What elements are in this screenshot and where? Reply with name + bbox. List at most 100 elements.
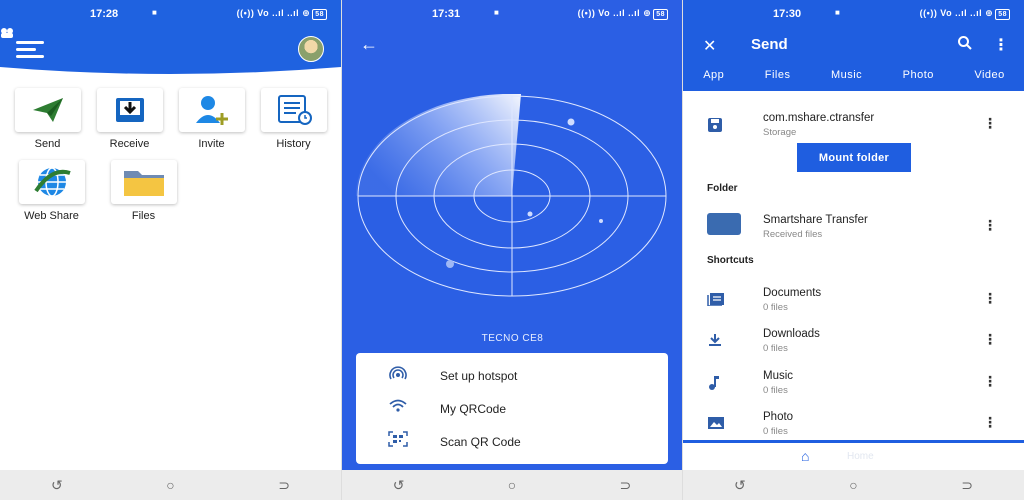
tab-files[interactable]: Files <box>765 69 791 81</box>
home-button[interactable]: ○ <box>492 477 532 493</box>
recents-button[interactable]: ↺ <box>37 477 77 494</box>
shortcut-name: Downloads <box>763 328 820 340</box>
storage-sub: Storage <box>763 127 797 138</box>
folder-sub: Received files <box>763 229 823 240</box>
send-label: Send <box>34 138 61 150</box>
more-options-icon[interactable]: ⋮ <box>983 373 997 390</box>
documents-icon <box>707 293 724 307</box>
more-options-icon[interactable]: ⋮ <box>983 217 997 234</box>
invite-label: Invite <box>198 138 225 150</box>
folder-name: Smartshare Transfer <box>763 214 868 226</box>
shortcut-name: Documents <box>763 287 822 299</box>
back-button[interactable]: ⊃ <box>947 477 987 494</box>
status-bar: 17:31 ■ ((•)) Vo ..ıl ..ıl ⊕ 58 <box>342 0 682 27</box>
radar-screen: 17:31 ■ ((•)) Vo ..ıl ..ıl ⊕ 58 ← TECNO C… <box>341 0 682 500</box>
scan-qr-code-item[interactable]: Scan QR Code <box>356 425 668 458</box>
device-name: TECNO CE8 <box>481 333 544 344</box>
folder-icon <box>123 171 164 196</box>
radar-scanner <box>356 94 667 297</box>
history-tile[interactable]: History <box>256 88 331 150</box>
shortcut-count: 0 files <box>763 385 788 396</box>
more-options-icon[interactable]: ⋮ <box>983 414 997 431</box>
my-qrcode-item[interactable]: My QRCode <box>356 392 668 425</box>
setup-hotspot-item[interactable]: Set up hotspot <box>356 359 668 392</box>
bottom-tab-bar: ⌂ Home <box>683 440 1024 470</box>
tab-photo[interactable]: Photo <box>903 69 934 81</box>
storage-name: com.mshare.ctransfer <box>763 112 875 124</box>
shortcut-count: 0 files <box>763 343 788 354</box>
storage-row[interactable]: com.mshare.ctransfer Storage ⋮ <box>683 107 1024 147</box>
notification-dot: ■ <box>835 8 840 17</box>
home-button[interactable]: ○ <box>833 477 873 493</box>
search-icon[interactable] <box>957 35 973 51</box>
tab-music[interactable]: Music <box>831 69 862 81</box>
close-icon[interactable]: ✕ <box>703 36 716 56</box>
status-time: 17:28 <box>90 8 119 20</box>
music-note-icon <box>709 376 719 390</box>
avatar[interactable] <box>298 36 324 62</box>
recents-button[interactable]: ↺ <box>720 477 760 494</box>
app-logo-icon <box>1 28 13 38</box>
home-tab-label[interactable]: Home <box>847 451 874 462</box>
notification-dot: ■ <box>494 8 499 17</box>
send-tile[interactable]: Send <box>10 88 85 150</box>
shortcut-count: 0 files <box>763 426 788 437</box>
add-user-icon <box>195 96 228 125</box>
back-button[interactable]: ⊃ <box>264 477 304 494</box>
more-options-icon[interactable]: ⋮ <box>993 35 1009 55</box>
storage-save-icon <box>708 118 722 132</box>
status-bar: 17:30 ■ ((•)) Vo ..ıl ..ıl ⊕ 58 <box>683 0 1024 27</box>
tab-app[interactable]: App <box>703 69 724 81</box>
shortcut-row[interactable]: Downloads 0 files ⋮ <box>683 323 1024 363</box>
folder-row[interactable]: Smartshare Transfer Received files ⋮ <box>683 209 1024 249</box>
system-nav-bar: ↺ ○ ⊃ <box>683 470 1024 500</box>
folder-heading: Folder <box>707 183 738 194</box>
invite-tile[interactable]: Invite <box>174 88 249 150</box>
shortcut-row[interactable]: Documents 0 files ⋮ <box>683 282 1024 322</box>
history-label: History <box>276 138 311 150</box>
back-button[interactable]: ⊃ <box>605 477 645 494</box>
tab-video[interactable]: Video <box>974 69 1004 81</box>
system-nav-bar: ↺ ○ ⊃ <box>342 470 682 500</box>
recents-button[interactable]: ↺ <box>379 477 419 494</box>
web-share-tile[interactable]: Web Share <box>14 160 89 222</box>
status-icons: ((•)) Vo ..ıl ..ıl ⊕ 58 <box>920 8 1010 20</box>
status-icons: ((•)) Vo ..ıl ..ıl ⊕ 58 <box>578 8 668 20</box>
back-arrow-icon[interactable]: ← <box>360 34 378 55</box>
battery-icon: 58 <box>995 9 1010 20</box>
folder-icon <box>707 213 741 235</box>
receive-label: Receive <box>109 138 150 150</box>
hamburger-menu-icon[interactable] <box>16 41 44 58</box>
page-title: Send <box>751 36 788 53</box>
notification-dot: ■ <box>152 8 157 17</box>
shortcut-name: Photo <box>763 411 794 423</box>
qr-scan-icon <box>388 431 408 447</box>
scan-qr-code-label: Scan QR Code <box>440 434 521 449</box>
shortcut-count: 0 files <box>763 302 788 313</box>
home-icon[interactable]: ⌂ <box>801 448 809 464</box>
send-screen: 17:30 ■ ((•)) Vo ..ıl ..ıl ⊕ 58 ✕ Send ⋮ … <box>682 0 1024 500</box>
hotspot-icon <box>389 366 407 380</box>
home-button[interactable]: ○ <box>150 477 190 493</box>
status-time: 17:30 <box>773 8 802 20</box>
home-screen: 17:28 ■ ((•)) Vo ..ıl ..ıl ⊕ 58 Send Rece… <box>0 0 341 500</box>
image-icon <box>708 417 724 429</box>
status-bar: 17:28 ■ ((•)) Vo ..ıl ..ıl ⊕ 58 <box>0 0 341 27</box>
mount-folder-button[interactable]: Mount folder <box>797 143 911 172</box>
shortcuts-heading: Shortcuts <box>707 255 754 266</box>
status-icons: ((•)) Vo ..ıl ..ıl ⊕ 58 <box>237 8 327 20</box>
status-time: 17:31 <box>432 8 461 20</box>
category-tabs: App Files Music Photo Video <box>683 69 1024 81</box>
shortcut-row[interactable]: Music 0 files ⋮ <box>683 365 1024 405</box>
wifi-icon <box>389 399 407 412</box>
shortcut-name: Music <box>763 370 794 382</box>
system-nav-bar: ↺ ○ ⊃ <box>0 470 341 500</box>
more-options-icon[interactable]: ⋮ <box>983 331 997 348</box>
receive-tile[interactable]: Receive <box>92 88 167 150</box>
more-options-icon[interactable]: ⋮ <box>983 115 997 132</box>
setup-hotspot-label: Set up hotspot <box>440 368 518 383</box>
files-tile[interactable]: Files <box>106 160 181 222</box>
globe-icon <box>33 167 71 197</box>
more-options-icon[interactable]: ⋮ <box>983 290 997 307</box>
download-tray-icon <box>115 98 144 122</box>
